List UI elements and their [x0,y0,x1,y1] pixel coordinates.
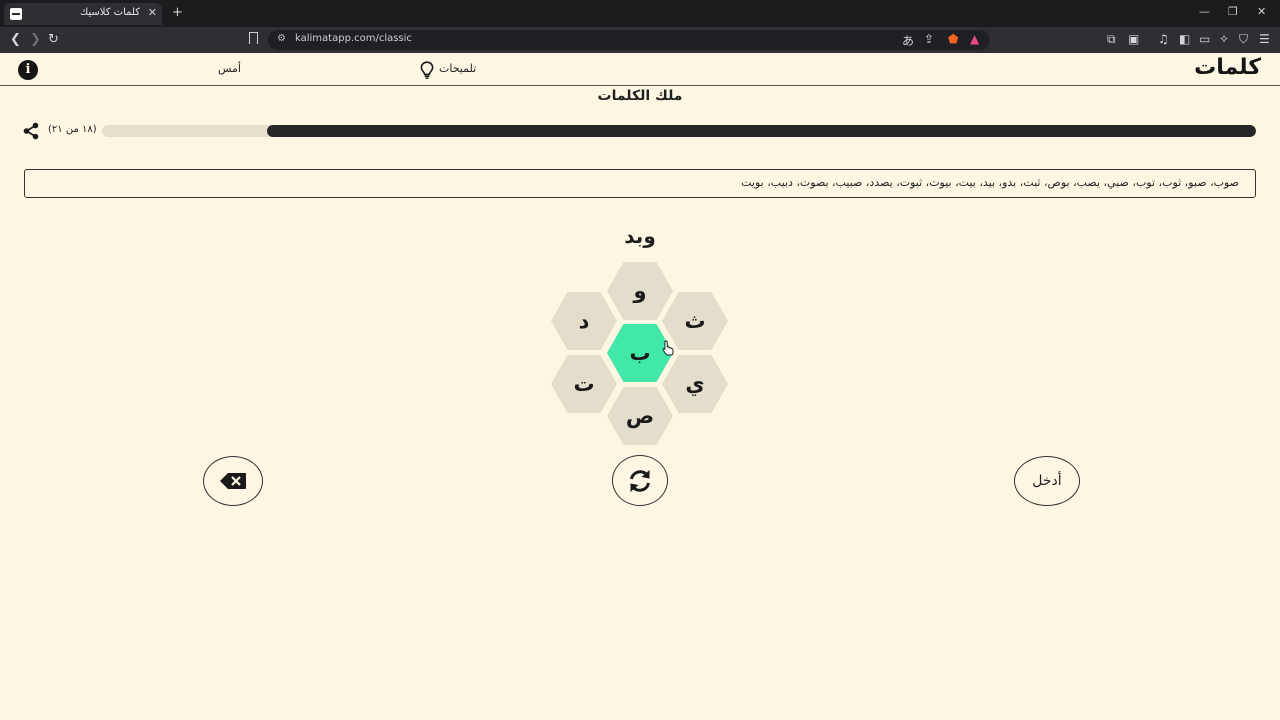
lightbulb-icon [420,61,434,79]
media-icon[interactable]: ♫ [1158,32,1169,46]
vpn-icon[interactable]: ⛉ [1239,32,1248,47]
info-icon[interactable]: i [18,60,38,80]
progress-fill [267,125,1256,137]
brave-rewards-icon[interactable]: ▲ [970,32,979,46]
bookmark-icon[interactable] [249,32,258,44]
new-tab-button[interactable]: + [172,5,183,20]
wallet-icon[interactable]: ▭ [1199,32,1210,46]
rank-title: ملك الكلمات [597,88,683,104]
enter-button[interactable]: أدخل [1014,456,1080,506]
hex-letter-bottom-left[interactable]: ت [551,355,617,413]
tab-close-icon[interactable]: ✕ [148,6,157,19]
share-page-icon[interactable]: ⇪ [924,32,934,46]
delete-button[interactable] [203,456,263,506]
backspace-icon [220,473,246,489]
minimize-icon[interactable]: — [1199,5,1210,18]
browser-tab[interactable]: كلمات كلاسيك ✕ [4,3,162,25]
site-header: i أمس تلميحات كلمات [0,53,1280,86]
hex-letter-top[interactable]: و [607,262,673,320]
tab-title: كلمات كلاسيك [79,7,140,18]
shuffle-icon [630,469,650,492]
browser-tab-bar: كلمات كلاسيك ✕ + — ❐ ✕ [0,0,1280,27]
site-favicon-icon [10,8,22,20]
progress-bar [102,125,1256,137]
hints-label: تلميحات [439,62,477,75]
share-icon[interactable] [22,122,40,140]
browser-toolbar: ❮ ❯ ↻ ⚙ kalimatapp.com/classic あ ⇪ ⬟ ▲ ⧉… [0,27,1280,53]
menu-icon[interactable]: ☰ [1259,32,1270,46]
progress-count: (١٨ من ٢١) [48,124,97,135]
reload-icon[interactable]: ↻ [48,32,59,47]
hex-letter-top-left[interactable]: د [551,292,617,350]
address-bar[interactable]: ⚙ kalimatapp.com/classic [268,30,990,50]
sidebar-icon[interactable]: ◧ [1179,32,1190,46]
url-text: kalimatapp.com/classic [295,33,412,44]
extensions-icon[interactable]: ⧉ [1107,32,1116,47]
leo-ai-icon[interactable]: ✧ [1219,32,1229,46]
site-logo[interactable]: كلمات [1194,55,1261,80]
site-info-icon[interactable]: ⚙ [277,33,286,44]
screenshot-icon[interactable]: ▣ [1128,32,1139,46]
back-icon[interactable]: ❮ [10,32,21,47]
hex-letter-bottom-right[interactable]: ي [662,355,728,413]
yesterday-link[interactable]: أمس [218,62,241,75]
window-close-icon[interactable]: ✕ [1257,5,1266,18]
hand-cursor-icon [662,340,674,356]
brave-shield-icon[interactable]: ⬟ [948,32,958,46]
hex-letter-bottom[interactable]: ص [607,387,673,445]
translate-icon[interactable]: あ [902,32,914,49]
found-words-list: صوب، صبو، ثوب، توب، صبي، يصب، بوص، ثبت، … [24,169,1256,198]
restore-icon[interactable]: ❐ [1228,5,1238,18]
current-word: وبد [624,224,656,248]
shuffle-button[interactable] [612,455,668,506]
forward-icon[interactable]: ❯ [30,32,41,47]
